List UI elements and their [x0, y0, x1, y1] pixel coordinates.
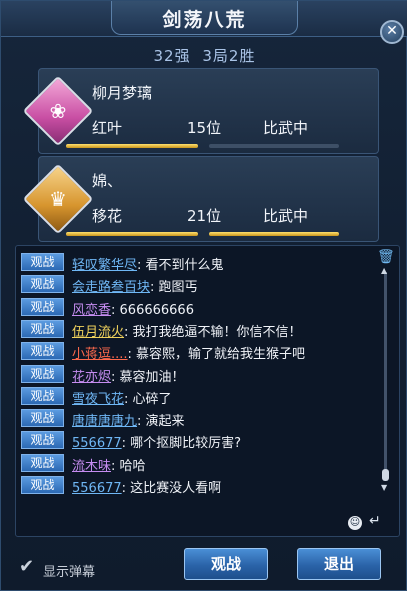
chat-username[interactable]: 伍月流火 [72, 325, 124, 340]
chat-username[interactable]: 唐唐唐唐九 [72, 414, 137, 429]
message-line: 风恋香: 666666666 [72, 299, 194, 318]
chat-text: : 哪个抠脚比较厉害? [121, 436, 242, 452]
chat-username[interactable]: 流木味 [72, 459, 111, 474]
scroll-up-icon[interactable]: ▲ [381, 266, 387, 275]
round-bar-fill [209, 232, 339, 236]
player-rank: 21位 [187, 207, 222, 225]
message-line: 唐唐唐唐九: 演起来 [72, 410, 185, 429]
chat-username[interactable]: 花亦烬 [72, 370, 111, 385]
spectator-badge: 观战 [21, 319, 64, 338]
spectator-badge: 观战 [21, 364, 64, 383]
spectator-badge: 观战 [21, 409, 64, 428]
chat-text: : 看不到什么鬼 [137, 258, 224, 273]
player-name: 婂、 [92, 172, 123, 190]
player-school: 红叶 [92, 119, 123, 137]
spectator-badge: 观战 [21, 431, 64, 450]
window-title: 剑荡八荒 [162, 9, 247, 31]
round-bar-1 [66, 232, 198, 236]
message-line: 会走路叁百块: 跑图丐 [72, 276, 198, 295]
watch-button[interactable]: 观战 [184, 548, 268, 580]
player-card-1: ❀ 柳月梦璃 红叶 15位 比武中 [22, 68, 379, 154]
chat-text: : 慕容加油！ [111, 369, 185, 385]
spectator-badge: 观战 [21, 453, 64, 472]
message-line: 556677: 哪个抠脚比较厉害? [72, 432, 241, 451]
trash-icon[interactable]: 🗑 [377, 249, 395, 266]
match-score: 3局2胜 [202, 47, 256, 65]
message-line: 花亦烬: 慕容加油！ [72, 366, 185, 385]
chat-text: : 这比赛没人看啊 [121, 481, 222, 496]
message-line: 雪夜飞花: 心碎了 [72, 388, 172, 407]
emoji-icon[interactable]: ☺ [348, 516, 362, 530]
chat-text: : 演起来 [137, 414, 185, 430]
round-bar-2 [209, 144, 339, 148]
chat-username[interactable]: 556677 [72, 481, 122, 496]
exit-button[interactable]: 退出 [297, 548, 381, 580]
show-danmaku-label: 显示弹幕 [43, 565, 96, 580]
spectator-badge: 观战 [21, 275, 64, 294]
message-line: 流木味: 哈哈 [72, 455, 146, 474]
spectator-badge: 观战 [21, 297, 64, 316]
scroll-down-icon[interactable]: ▼ [381, 483, 387, 492]
gourd-icon: ♛ [49, 187, 67, 211]
chat-text: : 我打我绝逼不输！你信不信！ [124, 324, 302, 340]
player-name: 柳月梦璃 [92, 84, 153, 102]
enter-icon[interactable]: ↵ [369, 513, 381, 529]
message-line: 轻叹繁华尽: 看不到什么鬼 [72, 254, 224, 273]
round-bar-fill [66, 232, 198, 236]
match-record: 32强 3局2胜 [1, 45, 407, 66]
spectator-badge: 观战 [21, 342, 64, 361]
spectator-badge: 观战 [21, 476, 64, 494]
chat-text: : 慕容熙，输了就给我生猴子吧 [127, 347, 306, 363]
chat-username[interactable]: 雪夜飞花 [72, 392, 124, 407]
message-line: 556677: 这比赛没人看啊 [72, 477, 221, 496]
checkmark-icon: ✔ [19, 556, 35, 577]
chat-text: : 哈哈 [111, 458, 146, 474]
chat-text: : 666666666 [111, 302, 194, 318]
player-card-2: ♛ 婂、 移花 21位 比武中 [22, 156, 379, 242]
spectator-badge: 观战 [21, 386, 64, 405]
close-icon: ✕ [386, 23, 398, 39]
close-button[interactable]: ✕ [380, 20, 404, 44]
player-status: 比武中 [263, 119, 309, 137]
chat-username[interactable]: 556677 [72, 436, 122, 451]
match-stage: 32强 [153, 47, 191, 65]
spectator-badge: 观战 [21, 253, 64, 271]
chat-username[interactable]: 轻叹繁华尽 [72, 258, 137, 273]
round-bar-1 [66, 144, 198, 148]
chat-username[interactable]: 会走路叁百块 [72, 280, 150, 295]
chat-username[interactable]: 小蒋逗.... [72, 347, 128, 362]
round-bar-2 [209, 232, 339, 236]
chat-text: : 心碎了 [124, 391, 172, 407]
lotus-icon: ❀ [49, 99, 67, 123]
chat-scrollbar[interactable] [384, 272, 387, 478]
round-bar-fill [66, 144, 198, 148]
player-school: 移花 [92, 207, 123, 225]
player-status: 比武中 [263, 207, 309, 225]
chat-username[interactable]: 风恋香 [72, 303, 111, 318]
dialog-window: 剑荡八荒 ✕ 32强 3局2胜 ❀ 柳月梦璃 红叶 15位 比武中 ♛ 婂、 移… [0, 0, 407, 591]
message-line: 伍月流火: 我打我绝逼不输！你信不信！ [72, 321, 302, 340]
message-line: 小蒋逗....: 慕容熙，输了就给我生猴子吧 [72, 343, 305, 362]
chat-text: : 跑图丐 [150, 280, 198, 296]
player-rank: 15位 [187, 119, 222, 137]
scrollbar-thumb[interactable] [382, 469, 389, 481]
